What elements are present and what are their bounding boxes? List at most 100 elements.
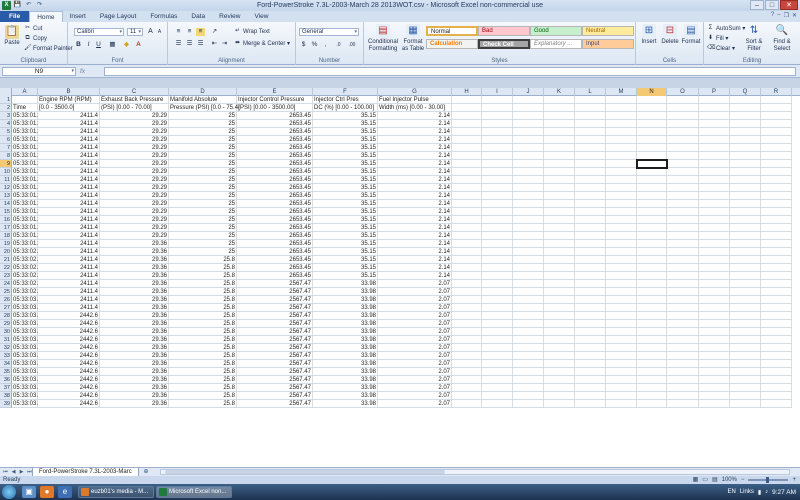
cell-g35[interactable]: 2.07 [378, 368, 452, 376]
row-header[interactable]: 5 [0, 128, 12, 136]
cell-b2[interactable]: [0.0 - 3500.0] [38, 104, 100, 112]
cell-m9[interactable] [606, 160, 637, 168]
cell-l27[interactable] [575, 304, 606, 312]
cell-m39[interactable] [606, 400, 637, 408]
cell-c23[interactable]: 29.36 [100, 272, 169, 280]
cell-r37[interactable] [761, 384, 792, 392]
cell-c26[interactable]: 29.36 [100, 296, 169, 304]
cell-i27[interactable] [482, 304, 513, 312]
italic-button[interactable]: I [84, 41, 93, 49]
cell-p20[interactable] [699, 248, 730, 256]
cell-f25[interactable]: 33.98 [313, 288, 378, 296]
row-header[interactable]: 15 [0, 208, 12, 216]
column-header-c[interactable]: C [100, 88, 169, 96]
cell-e17[interactable]: 2653.45 [237, 224, 313, 232]
ie-icon[interactable]: e [58, 486, 72, 498]
cell-l34[interactable] [575, 360, 606, 368]
cell-k11[interactable] [544, 176, 575, 184]
cell-b17[interactable]: 2411.4 [38, 224, 100, 232]
cell-o20[interactable] [667, 248, 699, 256]
cell-q4[interactable] [730, 120, 761, 128]
align-top-icon[interactable]: ≡ [174, 28, 183, 36]
cell-q34[interactable] [730, 360, 761, 368]
cell-n4[interactable] [637, 120, 667, 128]
cell-e22[interactable]: 2653.45 [237, 264, 313, 272]
cell-d16[interactable]: 25 [169, 216, 237, 224]
cell-m1[interactable] [606, 96, 637, 104]
cell-m5[interactable] [606, 128, 637, 136]
cell-p22[interactable] [699, 264, 730, 272]
cell-a30[interactable]: 05:33:03. [12, 328, 38, 336]
cell-o21[interactable] [667, 256, 699, 264]
cell-p14[interactable] [699, 200, 730, 208]
cell-k34[interactable] [544, 360, 575, 368]
row-header[interactable]: 13 [0, 192, 12, 200]
cell-o2[interactable] [667, 104, 699, 112]
cell-f3[interactable]: 35.15 [313, 112, 378, 120]
cell-d21[interactable]: 25.8 [169, 256, 237, 264]
cell-p18[interactable] [699, 232, 730, 240]
cell-i1[interactable] [482, 96, 513, 104]
cell-r7[interactable] [761, 144, 792, 152]
cell-d36[interactable]: 25.8 [169, 376, 237, 384]
help-icon[interactable]: ? [771, 12, 774, 19]
cell-m12[interactable] [606, 184, 637, 192]
row-header[interactable]: 1 [0, 96, 12, 104]
tab-insert[interactable]: Insert [63, 11, 93, 22]
cell-a7[interactable]: 05:33:01. [12, 144, 38, 152]
cell-c20[interactable]: 29.36 [100, 248, 169, 256]
cell-p13[interactable] [699, 192, 730, 200]
cell-g36[interactable]: 2.07 [378, 376, 452, 384]
cell-m30[interactable] [606, 328, 637, 336]
cell-j13[interactable] [513, 192, 544, 200]
row-header[interactable]: 35 [0, 368, 12, 376]
cell-e8[interactable]: 2653.45 [237, 152, 313, 160]
cell-q5[interactable] [730, 128, 761, 136]
row-header[interactable]: 29 [0, 320, 12, 328]
cell-a17[interactable]: 05:33:01. [12, 224, 38, 232]
style-explanatory[interactable]: Explanatory ... [530, 39, 582, 49]
cell-k21[interactable] [544, 256, 575, 264]
first-sheet-icon[interactable]: ⏮ [2, 468, 9, 476]
cell-m11[interactable] [606, 176, 637, 184]
cell-e36[interactable]: 2567.47 [237, 376, 313, 384]
cell-g3[interactable]: 2.14 [378, 112, 452, 120]
cell-j3[interactable] [513, 112, 544, 120]
cell-f9[interactable]: 35.15 [313, 160, 378, 168]
cell-g24[interactable]: 2.07 [378, 280, 452, 288]
cell-l4[interactable] [575, 120, 606, 128]
cell-p37[interactable] [699, 384, 730, 392]
taskbar-item-excel[interactable]: Microsoft Excel non... [156, 486, 232, 498]
cell-i14[interactable] [482, 200, 513, 208]
cell-e29[interactable]: 2567.47 [237, 320, 313, 328]
cell-e18[interactable]: 2653.45 [237, 232, 313, 240]
cell-h32[interactable] [452, 344, 482, 352]
row-header[interactable]: 21 [0, 256, 12, 264]
cell-k22[interactable] [544, 264, 575, 272]
cell-r13[interactable] [761, 192, 792, 200]
cell-p15[interactable] [699, 208, 730, 216]
merge-center-button[interactable]: ⬌ Merge & Center ▾ [234, 40, 290, 48]
cell-l24[interactable] [575, 280, 606, 288]
cell-e4[interactable]: 2653.45 [237, 120, 313, 128]
cell-e14[interactable]: 2653.45 [237, 200, 313, 208]
cell-d12[interactable]: 25 [169, 184, 237, 192]
row-header[interactable]: 6 [0, 136, 12, 144]
number-format-select[interactable]: General ▾ [299, 28, 359, 36]
cell-p34[interactable] [699, 360, 730, 368]
cell-d25[interactable]: 25.8 [169, 288, 237, 296]
cell-j18[interactable] [513, 232, 544, 240]
cell-r33[interactable] [761, 352, 792, 360]
cell-o30[interactable] [667, 328, 699, 336]
cell-q37[interactable] [730, 384, 761, 392]
cell-j27[interactable] [513, 304, 544, 312]
cell-e24[interactable]: 2567.47 [237, 280, 313, 288]
cell-b32[interactable]: 2442.6 [38, 344, 100, 352]
column-header-k[interactable]: K [544, 88, 575, 96]
cell-b39[interactable]: 2442.6 [38, 400, 100, 408]
row-header[interactable]: 14 [0, 200, 12, 208]
cell-a14[interactable]: 05:33:01. [12, 200, 38, 208]
cell-j30[interactable] [513, 328, 544, 336]
cell-b33[interactable]: 2442.6 [38, 352, 100, 360]
cell-q13[interactable] [730, 192, 761, 200]
